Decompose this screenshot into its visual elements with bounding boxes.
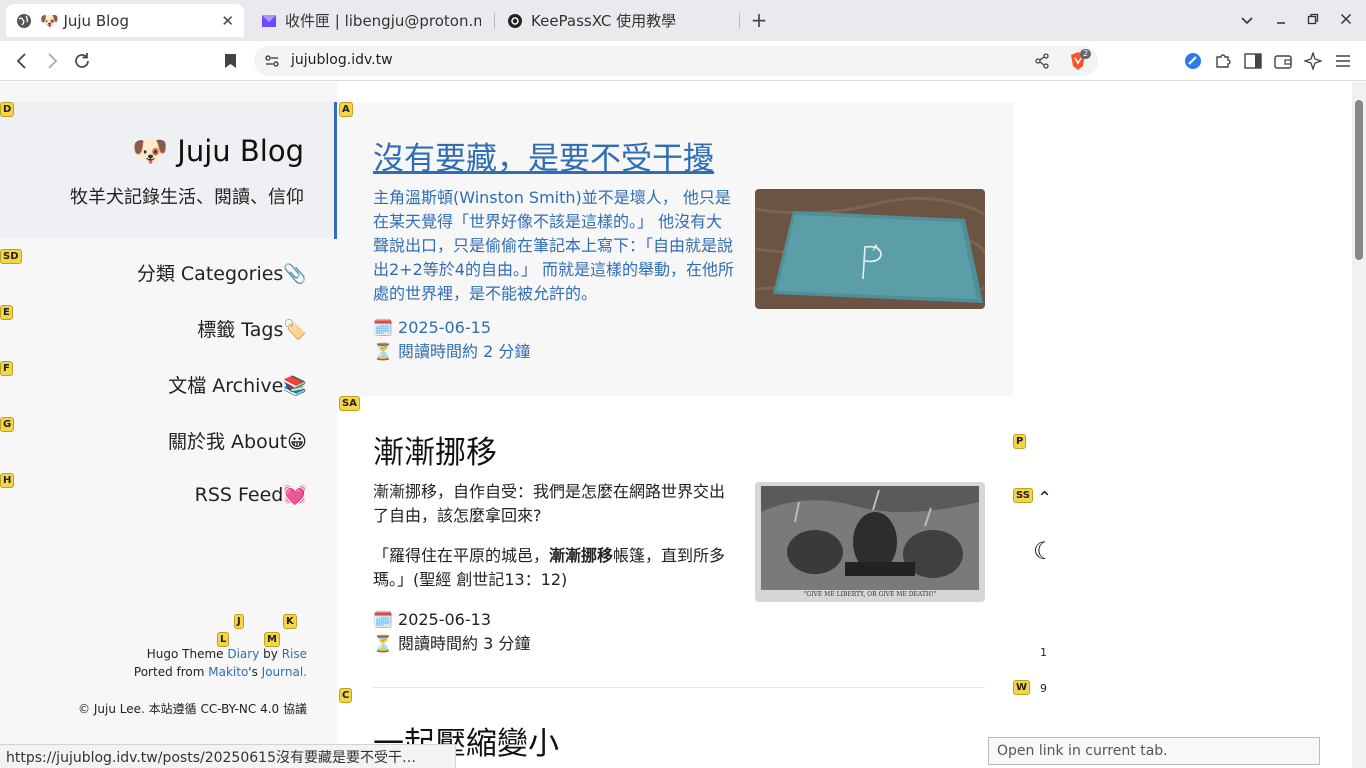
link-hint-label[interactable]: SD [0,249,22,264]
post-date[interactable]: 🗓️ 2025-06-15 [373,316,491,340]
post-title-link[interactable]: 沒有要藏，是要不受干擾 [373,133,714,178]
minimize-icon[interactable] [1271,9,1291,31]
tooltip: Open link in current tab. [988,737,1320,765]
address-bar[interactable]: jujublog.idv.tw 2 [254,46,1098,76]
vertical-scrollbar[interactable] [1352,82,1366,768]
share-icon[interactable] [1034,53,1050,73]
post-card: 沒有要藏，是要不受干擾 主角溫斯頓(Winston Smith)並不是壞人， 他… [337,102,1013,396]
tab-title: KeePassXC 使用教學 [531,12,677,30]
keepassxc-icon [507,13,523,29]
post-date: 🗓️ 2025-06-13 [373,610,491,629]
blog-sidebar: 🐶 Juju Blog 牧羊犬記錄生活、閱讀、信仰 分類 Categories📎… [0,82,337,768]
nav-categories[interactable]: 分類 Categories📎 [137,259,307,286]
link-hint-label[interactable]: F [0,361,13,376]
link-hint-label[interactable]: C [339,688,353,703]
post-list: 沒有要藏，是要不受干擾 主角溫斯頓(Winston Smith)並不是壞人， 他… [337,82,1013,768]
tab-bar: 🐶 Juju Blog ✕ 收件匣 | libengju@proton.m Ke… [0,0,1366,41]
footer-ported-credit: Ported from Makito's Journal. [134,665,307,679]
site-title[interactable]: 🐶 Juju Blog [132,134,304,169]
right-column: ⌃ ☾ 1 9 [1013,82,1352,768]
tab-separator [494,13,495,29]
globe-icon [16,13,32,29]
theme-author-link[interactable]: Rise [282,647,307,661]
post-thumbnail[interactable] [755,189,985,309]
tab-title: 收件匣 | libengju@proton.m [285,12,481,30]
bookmark-icon[interactable] [219,50,241,72]
post-reading-time: ⏳ 閱讀時間約 3 分鐘 [373,634,531,653]
link-hint-label[interactable]: A [339,102,353,117]
footer-text: Hugo Theme [146,647,228,661]
shield-count-badge: 2 [1080,49,1092,59]
site-info-icon[interactable] [264,53,280,73]
quote-text: 「羅得住在平原的城邑， [373,546,550,565]
link-hint-label[interactable]: E [0,305,13,320]
scrollbar-thumb[interactable] [1355,100,1363,260]
tab-juju-blog[interactable]: 🐶 Juju Blog ✕ [6,4,244,37]
link-hint-label[interactable]: D [0,102,15,117]
nav-rss-feed[interactable]: RSS Feed💓 [195,483,307,506]
tab-proton-mail[interactable]: 收件匣 | libengju@proton.m [251,4,491,37]
leo-ai-icon[interactable] [1302,50,1324,72]
site-brand: 🐶 Juju Blog 牧羊犬記錄生活、閱讀、信仰 [0,102,337,239]
nav-about[interactable]: 關於我 About😀 [168,427,307,454]
hamburger-menu-icon[interactable] [1332,50,1354,72]
footer-text: 's [248,665,262,679]
link-hint-label[interactable]: P [1013,434,1027,449]
quote-emphasis: 漸漸挪移 [549,546,614,565]
post-card: 漸漸挪移 漸漸挪移，自作自受：我們是怎麼在網路世界交出了自由，該怎麼拿回來? 「… [337,396,1013,688]
nav-archive[interactable]: 文檔 Archive📚 [168,371,307,398]
extensions-puzzle-icon[interactable] [1212,50,1234,72]
tab-keepassxc[interactable]: KeePassXC 使用教學 [497,4,737,37]
url-text: jujublog.idv.tw [291,52,393,68]
new-tab-button[interactable]: + [748,9,770,31]
footer-text: Ported from [133,665,209,679]
close-tab-icon[interactable]: ✕ [221,12,234,30]
close-window-icon[interactable] [1336,9,1356,31]
scroll-to-top-button[interactable]: ⌃ [1037,488,1052,509]
status-bar-url: https://jujublog.idv.tw/posts/20250615沒有… [0,744,456,768]
tab-list-chevron-icon[interactable] [1237,9,1257,31]
wallet-icon[interactable] [1272,50,1294,72]
footer-copyright: © Juju Lee. 本站遵循 CC-BY-NC 4.0 協議 [78,702,307,716]
post-thumbnail[interactable]: "GIVE ME LIBERTY, OR GIVE ME DEATH!" [755,482,985,602]
journal-link[interactable]: Journal. [262,665,307,679]
post-excerpt[interactable]: 主角溫斯頓(Winston Smith)並不是壞人， 他只是在某天覺得「世界好像… [373,186,737,306]
back-button[interactable] [11,50,33,72]
navigation-toolbar: jujublog.idv.tw 2 [0,41,1366,81]
nav-tags[interactable]: 標籤 Tags🏷️ [197,315,307,342]
theme-diary-link[interactable]: Diary [227,647,259,661]
tab-title: 🐶 Juju Blog [40,11,129,30]
link-hint-label[interactable]: W [1013,680,1031,695]
link-hint-label[interactable]: K [283,614,297,629]
toc-number[interactable]: 1 [1040,646,1047,659]
post-quote[interactable]: 「羅得住在平原的城邑，漸漸挪移帳篷，直到所多瑪。」(聖經 創世記13：12) [373,544,737,592]
thumbnail-caption: "GIVE ME LIBERTY, OR GIVE ME DEATH!" [803,591,937,598]
footer-theme-credit: Hugo Theme Diary by Rise [147,647,307,661]
bitwarden-extension-icon[interactable] [1182,50,1204,72]
reload-button[interactable] [71,50,93,72]
post-excerpt[interactable]: 漸漸挪移，自作自受：我們是怎麼在網路世界交出了自由，該怎麼拿回來? [373,480,737,528]
restore-icon[interactable] [1303,9,1323,31]
link-hint-label[interactable]: H [0,473,15,488]
tab-separator [739,13,740,29]
web-page: 🐶 Juju Blog 牧羊犬記錄生活、閱讀、信仰 分類 Categories📎… [0,82,1352,768]
post-reading-time[interactable]: ⏳ 閱讀時間約 2 分鐘 [373,340,530,364]
link-hint-label[interactable]: G [0,417,15,432]
link-hint-label[interactable]: L [217,632,230,647]
dark-mode-toggle-icon[interactable]: ☾ [1033,537,1055,565]
footer-text: by [259,647,282,661]
toc-number[interactable]: 9 [1040,682,1047,695]
sidebar-toggle-icon[interactable] [1242,50,1264,72]
site-subtitle: 牧羊犬記錄生活、閱讀、信仰 [70,187,304,208]
proton-mail-icon [261,13,277,29]
link-hint-label[interactable]: J [234,614,244,629]
forward-button[interactable] [41,50,63,72]
link-hint-label[interactable]: M [264,632,280,647]
link-hint-label[interactable]: SS [1013,488,1033,503]
post-title-link[interactable]: 漸漸挪移 [373,427,497,472]
link-hint-label[interactable]: SA [339,396,360,411]
makito-link[interactable]: Makito [208,665,248,679]
